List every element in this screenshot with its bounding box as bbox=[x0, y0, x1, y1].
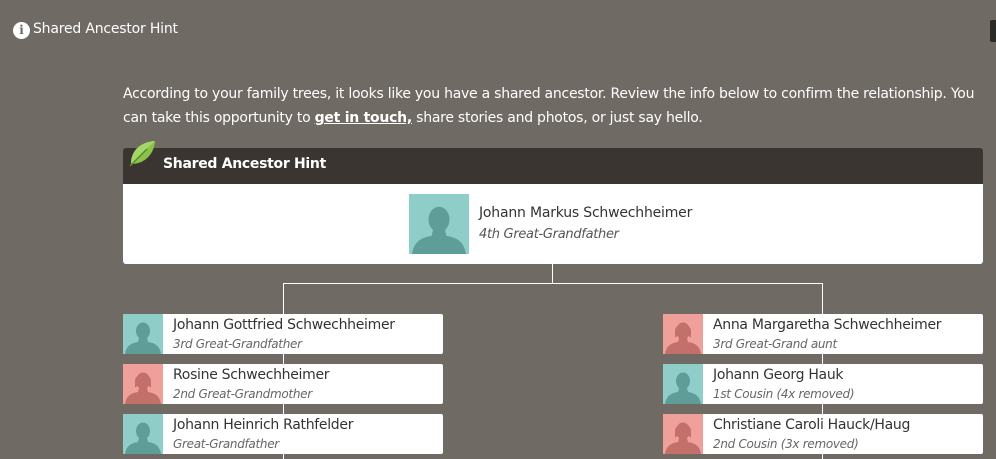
ancestor-avatar[interactable] bbox=[409, 194, 469, 254]
side-tab-handle[interactable] bbox=[990, 20, 996, 42]
connector-line bbox=[283, 404, 284, 414]
person-name: Rosine Schwechheimer bbox=[173, 367, 330, 383]
shared-ancestor-panel bbox=[123, 184, 983, 264]
person-avatar bbox=[123, 314, 163, 354]
info-icon: i bbox=[13, 22, 30, 39]
person-avatar bbox=[123, 364, 163, 404]
person-relation: Great-Grandfather bbox=[173, 437, 279, 451]
person-name: Johann Georg Hauk bbox=[713, 367, 844, 383]
person-name: Christiane Caroli Hauck/Haug bbox=[713, 417, 911, 433]
person-relation: 2nd Cousin (3x removed) bbox=[713, 437, 859, 451]
connector-line bbox=[822, 404, 823, 414]
person-avatar bbox=[663, 314, 703, 354]
person-relation: 1st Cousin (4x removed) bbox=[713, 387, 855, 401]
leaf-icon bbox=[129, 141, 155, 167]
person-avatar bbox=[663, 364, 703, 404]
person-name: Anna Margaretha Schwechheimer bbox=[713, 317, 942, 333]
left-branch-card[interactable]: Rosine Schwechheimer 2nd Great-Grandmoth… bbox=[123, 364, 443, 404]
panel-title: Shared Ancestor Hint bbox=[163, 156, 326, 172]
left-branch-card[interactable]: Johann Heinrich Rathfelder Great-Grandfa… bbox=[123, 414, 443, 454]
intro-text: According to your family trees, it looks… bbox=[123, 82, 983, 130]
connector-line bbox=[283, 354, 284, 364]
person-name: Johann Gottfried Schwechheimer bbox=[173, 317, 395, 333]
person-relation: 3rd Great-Grand aunt bbox=[713, 337, 837, 351]
person-avatar bbox=[123, 414, 163, 454]
person-relation: 2nd Great-Grandmother bbox=[173, 387, 312, 401]
intro-text-after: share stories and photos, or just say he… bbox=[411, 110, 703, 126]
right-branch-card[interactable]: Christiane Caroli Hauck/Haug 2nd Cousin … bbox=[663, 414, 983, 454]
page-title: Shared Ancestor Hint bbox=[33, 21, 178, 37]
ancestor-relation: 4th Great-Grandfather bbox=[479, 227, 619, 242]
person-avatar bbox=[663, 414, 703, 454]
connector-line bbox=[822, 454, 823, 459]
connector-line bbox=[283, 283, 284, 314]
connector-line bbox=[822, 283, 823, 314]
top-bar: i Shared Ancestor Hint bbox=[0, 0, 996, 62]
get-in-touch-link[interactable]: get in touch, bbox=[315, 110, 413, 126]
right-branch-card[interactable]: Johann Georg Hauk 1st Cousin (4x removed… bbox=[663, 364, 983, 404]
right-branch-card[interactable]: Anna Margaretha Schwechheimer 3rd Great-… bbox=[663, 314, 983, 354]
connector-line bbox=[552, 264, 553, 283]
connector-line bbox=[283, 283, 823, 284]
connector-line bbox=[283, 454, 284, 459]
left-branch-card[interactable]: Johann Gottfried Schwechheimer 3rd Great… bbox=[123, 314, 443, 354]
ancestor-name[interactable]: Johann Markus Schwechheimer bbox=[479, 205, 692, 221]
person-relation: 3rd Great-Grandfather bbox=[173, 337, 302, 351]
person-name: Johann Heinrich Rathfelder bbox=[173, 417, 354, 433]
connector-line bbox=[822, 354, 823, 364]
